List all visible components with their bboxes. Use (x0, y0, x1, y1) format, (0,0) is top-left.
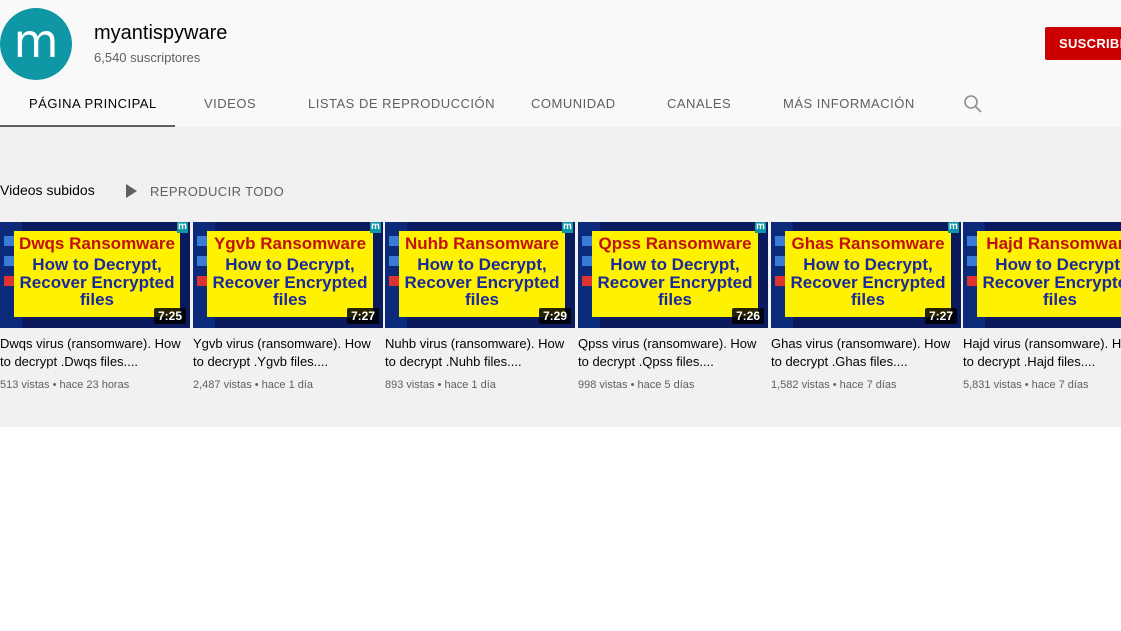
subscribe-button[interactable]: SUSCRIBIRSE (1045, 27, 1121, 60)
tab-channels[interactable]: CANALES (667, 82, 731, 127)
video-age: hace 1 día (261, 379, 314, 391)
channel-watermark-icon: m (755, 222, 766, 233)
video-views: 2,487 vistas (193, 379, 252, 391)
video-age: hace 23 horas (59, 379, 130, 391)
video-age: hace 1 día (444, 379, 496, 391)
tab-community[interactable]: COMUNIDAD (531, 82, 616, 127)
video-thumbnail[interactable]: Qpss Ransomware How to Decrypt, Recover … (578, 222, 768, 328)
thumbnail-text: How to Decrypt, Recover Encrypted files (790, 255, 946, 309)
thumbnail-text: How to Decrypt, Recover Encrypted files (597, 255, 753, 309)
video-meta: 1,582 vistas • hace 7 días (771, 379, 897, 391)
video-title[interactable]: Qpss virus (ransomware). How to decrypt … (578, 335, 764, 371)
video-age: hace 5 días (637, 379, 695, 391)
video-meta: 2,487 vistas • hace 1 día (193, 379, 314, 391)
channel-watermark-icon: m (948, 222, 959, 233)
video-title[interactable]: Ghas virus (ransomware). How to decrypt … (771, 335, 957, 371)
video-meta: 5,831 vistas • hace 7 días (963, 379, 1089, 391)
thumbnail-text: How to Decrypt, Recover Encrypted files (982, 255, 1121, 309)
video-duration: 7:27 (924, 308, 957, 324)
thumbnail-text: How to Decrypt, Recover Encrypted files (404, 255, 560, 309)
video-thumbnail[interactable]: Ygvb Ransomware How to Decrypt, Recover … (193, 222, 383, 328)
play-all-label: REPRODUCIR TODO (150, 184, 285, 199)
video-card[interactable]: Dwqs Ransomware How to Decrypt, Recover … (0, 222, 190, 391)
video-views: 998 vistas (578, 379, 628, 391)
video-thumbnail[interactable]: Nuhb Ransomware How to Decrypt, Recover … (385, 222, 575, 328)
tab-about[interactable]: MÁS INFORMACIÓN (783, 82, 915, 127)
video-meta: 513 vistas • hace 23 horas (0, 379, 130, 391)
tab-playlists[interactable]: LISTAS DE REPRODUCCIÓN (308, 82, 495, 127)
channel-avatar[interactable]: m (0, 8, 72, 80)
video-card[interactable]: Hajd Ransomware How to Decrypt, Recover … (963, 222, 1121, 391)
video-title[interactable]: Dwqs virus (ransomware). How to decrypt … (0, 335, 186, 371)
channel-tabs: PÁGINA PRINCIPAL VIDEOS LISTAS DE REPROD… (0, 82, 1121, 127)
channel-watermark-icon: m (370, 222, 381, 233)
thumbnail-title: Hajd Ransomware (986, 234, 1121, 253)
search-icon[interactable] (963, 94, 983, 114)
video-title[interactable]: Nuhb virus (ransomware). How to decrypt … (385, 335, 571, 371)
thumbnail-title: Ghas Ransomware (791, 234, 945, 253)
home-content: Videos subidos REPRODUCIR TODO Dwqs Rans… (0, 127, 1121, 427)
video-meta: 893 vistas • hace 1 día (385, 379, 496, 391)
video-views: 893 vistas (385, 379, 435, 391)
shelf-title[interactable]: Videos subidos (0, 182, 95, 198)
thumbnail-title: Nuhb Ransomware (405, 234, 559, 253)
video-card[interactable]: Ghas Ransomware How to Decrypt, Recover … (771, 222, 961, 391)
video-age: hace 7 días (839, 379, 897, 391)
video-title[interactable]: Hajd virus (ransomware). How to decrypt … (963, 335, 1121, 371)
video-thumbnail[interactable]: Hajd Ransomware How to Decrypt, Recover … (963, 222, 1121, 328)
channel-watermark-icon: m (177, 222, 188, 233)
video-duration: 7:29 (538, 308, 571, 324)
tab-home[interactable]: PÁGINA PRINCIPAL (0, 82, 175, 127)
video-title[interactable]: Ygvb virus (ransomware). How to decrypt … (193, 335, 379, 371)
video-age: hace 7 días (1031, 379, 1089, 391)
thumbnail-text: How to Decrypt, Recover Encrypted files (19, 255, 175, 309)
video-card[interactable]: Ygvb Ransomware How to Decrypt, Recover … (193, 222, 383, 391)
tab-videos[interactable]: VIDEOS (204, 82, 256, 127)
thumbnail-title: Dwqs Ransomware (19, 234, 175, 253)
play-icon (126, 184, 137, 198)
channel-name: myantispyware (94, 22, 228, 44)
video-views: 513 vistas (0, 379, 50, 391)
video-duration: 7:25 (153, 308, 186, 324)
channel-header: m myantispyware 6,540 suscriptores SUSCR… (0, 0, 1121, 127)
thumbnail-title: Qpss Ransomware (598, 234, 752, 253)
video-duration: 7:27 (346, 308, 379, 324)
video-meta: 998 vistas • hace 5 días (578, 379, 695, 391)
video-card[interactable]: Nuhb Ransomware How to Decrypt, Recover … (385, 222, 575, 391)
video-card[interactable]: Qpss Ransomware How to Decrypt, Recover … (578, 222, 768, 391)
video-views: 1,582 vistas (771, 379, 830, 391)
subscriber-count: 6,540 suscriptores (94, 50, 201, 65)
video-thumbnail[interactable]: Dwqs Ransomware How to Decrypt, Recover … (0, 222, 190, 328)
video-duration: 7:26 (731, 308, 764, 324)
thumbnail-title: Ygvb Ransomware (213, 234, 367, 253)
video-views: 5,831 vistas (963, 379, 1022, 391)
thumbnail-text: How to Decrypt, Recover Encrypted files (212, 255, 368, 309)
channel-watermark-icon: m (562, 222, 573, 233)
video-thumbnail[interactable]: Ghas Ransomware How to Decrypt, Recover … (771, 222, 961, 328)
